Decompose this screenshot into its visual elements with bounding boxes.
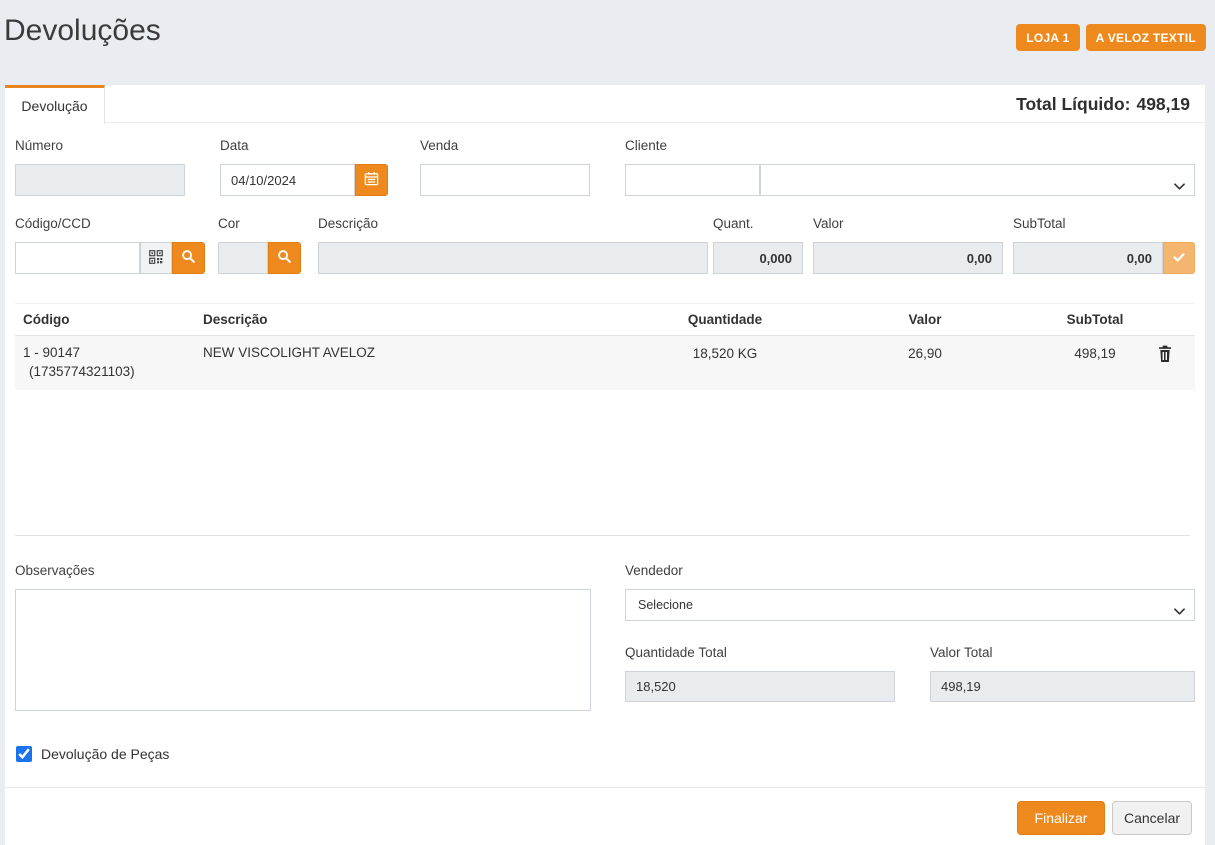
delete-item-button[interactable] (1153, 345, 1177, 366)
col-subtotal: SubTotal (1045, 312, 1145, 327)
item-codigo-cell: 1 - 90147 (1735774321103) (15, 345, 195, 379)
numero-label: Número (15, 138, 63, 153)
trash-icon (1157, 345, 1173, 366)
calendar-button[interactable] (355, 164, 388, 196)
item-codigo: 1 - 90147 (23, 345, 187, 360)
store-badge[interactable]: LOJA 1 (1016, 24, 1079, 51)
item-codigo-barcode: (1735774321103) (23, 360, 187, 379)
quantidade-total-label: Quantidade Total (625, 645, 727, 660)
devolucao-panel: Devolução Total Líquido: 498,19 Número D… (5, 85, 1205, 845)
cliente-select[interactable] (760, 164, 1195, 196)
tab-bar: Devolução Total Líquido: 498,19 (5, 85, 1205, 123)
valor-label: Valor (813, 216, 844, 231)
vendedor-select[interactable]: Selecione (625, 589, 1195, 621)
check-icon (1172, 250, 1186, 267)
cor-search-button[interactable] (268, 242, 301, 274)
codigo-ccd-label: Código/CCD (15, 216, 91, 231)
search-icon (181, 249, 196, 267)
codigo-ccd-input[interactable] (15, 242, 140, 274)
valor-input[interactable] (813, 242, 1003, 274)
descricao-label: Descrição (318, 216, 378, 231)
header-badges: LOJA 1 A VELOZ TEXTIL (1016, 24, 1206, 51)
cliente-code-input[interactable] (625, 164, 760, 196)
col-codigo: Código (15, 312, 195, 327)
quantidade-total-input[interactable] (625, 671, 895, 702)
qr-code-icon (149, 250, 163, 267)
subtotal-input[interactable] (1013, 242, 1163, 274)
data-label: Data (220, 138, 249, 153)
total-liquido-value: 498,19 (1136, 94, 1190, 115)
table-row: 1 - 90147 (1735774321103) NEW VISCOLIGHT… (15, 336, 1195, 390)
descricao-input[interactable] (318, 242, 708, 274)
section-divider (15, 535, 1190, 536)
venda-label: Venda (420, 138, 458, 153)
observacoes-textarea[interactable] (15, 589, 591, 711)
qr-scan-button[interactable] (140, 242, 172, 274)
cliente-select-wrap (760, 164, 1195, 196)
footer-actions: Finalizar Cancelar (1017, 801, 1192, 835)
item-quantidade: 18,520 KG (645, 345, 805, 361)
page-title: Devoluções (4, 14, 161, 48)
col-descricao: Descrição (195, 312, 645, 327)
calendar-icon (364, 171, 379, 189)
items-table-header: Código Descrição Quantidade Valor SubTot… (15, 303, 1195, 336)
col-valor: Valor (805, 312, 1045, 327)
item-subtotal: 498,19 (1045, 345, 1145, 361)
devolucao-pecas-label[interactable]: Devolução de Peças (41, 746, 169, 762)
subtotal-label: SubTotal (1013, 216, 1066, 231)
search-icon (277, 249, 292, 267)
data-input[interactable] (220, 164, 355, 196)
codigo-search-button[interactable] (172, 242, 205, 274)
col-quantidade: Quantidade (645, 312, 805, 327)
item-valor: 26,90 (805, 345, 1045, 361)
quant-input[interactable] (713, 242, 803, 274)
total-liquido-label: Total Líquido: (1016, 94, 1130, 115)
venda-input[interactable] (420, 164, 590, 196)
item-descricao: NEW VISCOLIGHT AVELOZ (195, 345, 645, 360)
items-table: Código Descrição Quantidade Valor SubTot… (15, 303, 1195, 390)
cancelar-button[interactable]: Cancelar (1112, 801, 1192, 835)
confirm-item-button[interactable] (1163, 242, 1195, 274)
company-badge[interactable]: A VELOZ TEXTIL (1086, 24, 1206, 51)
vendedor-label: Vendedor (625, 563, 683, 578)
valor-total-label: Valor Total (930, 645, 993, 660)
footer-divider (5, 787, 1205, 788)
tab-devolucao[interactable]: Devolução (5, 85, 105, 124)
tab-devolucao-label: Devolução (21, 98, 87, 114)
total-liquido: Total Líquido: 498,19 (1016, 85, 1190, 123)
quant-label: Quant. (713, 216, 754, 231)
valor-total-input[interactable] (930, 671, 1195, 702)
numero-input[interactable] (15, 164, 185, 196)
cor-label: Cor (218, 216, 240, 231)
cor-input[interactable] (218, 242, 268, 274)
devolucao-pecas-checkbox[interactable] (16, 746, 32, 762)
observacoes-label: Observações (15, 563, 95, 578)
finalizar-button[interactable]: Finalizar (1017, 801, 1105, 835)
vendedor-select-wrap: Selecione (625, 589, 1195, 621)
cliente-label: Cliente (625, 138, 667, 153)
devolucao-pecas-row: Devolução de Peças (16, 746, 169, 762)
